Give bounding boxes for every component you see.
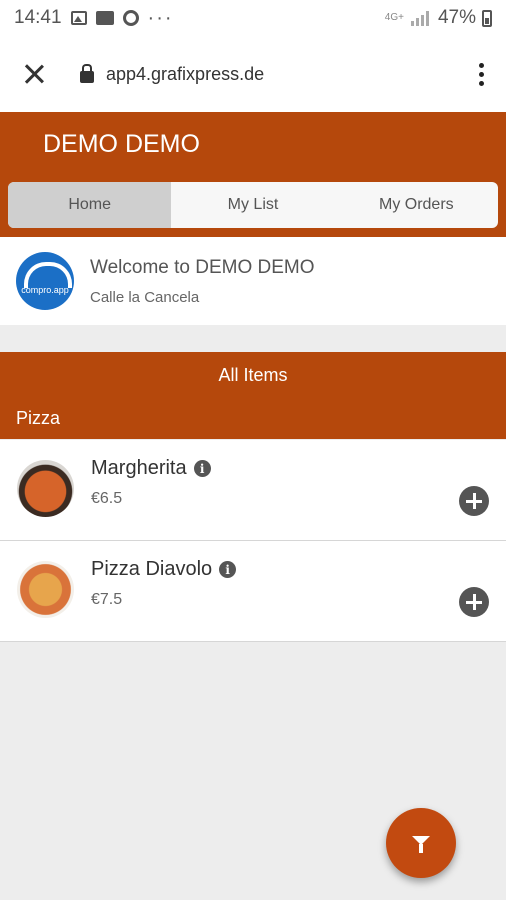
info-icon[interactable]: i: [219, 561, 237, 578]
mail-icon: [95, 11, 114, 25]
list-item[interactable]: Margherita i €6.5: [0, 440, 506, 541]
lock-icon: [80, 64, 94, 83]
item-price: €6.5: [91, 490, 123, 507]
category-label: Pizza: [16, 408, 61, 428]
close-icon[interactable]: [20, 60, 48, 88]
list-item[interactable]: Pizza Diavolo i €7.5: [0, 541, 506, 642]
logo-text: compro.app: [21, 285, 69, 295]
tab-my-list[interactable]: My List: [171, 182, 334, 228]
welcome-card: compro.app Welcome to DEMO DEMO Calle la…: [0, 237, 506, 325]
battery-icon: [482, 9, 492, 27]
chrome-icon: [122, 10, 139, 26]
filter-icon: [412, 835, 430, 853]
add-to-cart-button[interactable]: [459, 486, 489, 516]
section-title: All Items: [218, 365, 288, 385]
network-type: 4G+: [384, 12, 404, 23]
item-name: Margherita: [91, 457, 187, 479]
store-address: Calle la Cancela: [90, 288, 200, 306]
welcome-title: Welcome to DEMO DEMO: [90, 256, 315, 278]
app-title: DEMO DEMO: [43, 130, 200, 158]
more-options-icon[interactable]: [476, 62, 486, 86]
tab-home[interactable]: Home: [8, 182, 172, 228]
pizza-diavolo-image: [17, 561, 74, 618]
status-bar: 14:41 ··· 4G+ 47%: [0, 0, 506, 36]
items-section-header: All Items Pizza: [0, 352, 506, 439]
add-to-cart-button[interactable]: [459, 587, 489, 617]
margherita-image: [17, 460, 74, 517]
battery-percent: 47%: [437, 7, 476, 28]
browser-toolbar: app4.grafixpress.de: [0, 36, 506, 112]
tab-my-orders[interactable]: My Orders: [335, 182, 498, 228]
store-logo: compro.app: [16, 252, 74, 310]
more-notifications-icon: ···: [147, 6, 174, 29]
url-text[interactable]: app4.grafixpress.de: [106, 64, 264, 85]
app-header: DEMO DEMO Home My List My Orders: [0, 112, 506, 237]
info-icon[interactable]: i: [193, 460, 211, 477]
tab-bar: Home My List My Orders: [8, 182, 498, 228]
gallery-icon: [70, 11, 87, 25]
item-name: Pizza Diavolo: [91, 558, 213, 580]
signal-icon: [410, 10, 432, 26]
item-price: €7.5: [91, 591, 123, 608]
status-time: 14:41: [14, 7, 62, 28]
filter-button[interactable]: [386, 808, 456, 878]
